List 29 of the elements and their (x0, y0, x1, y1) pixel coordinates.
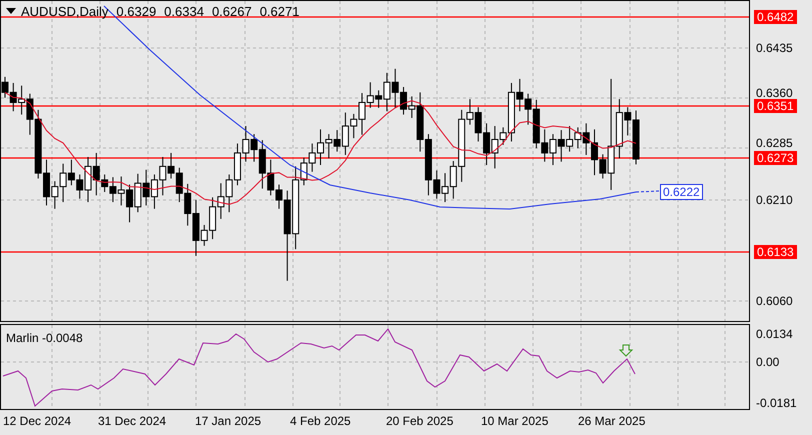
date-axis-label: 12 Dec 2024 (3, 414, 72, 428)
collapse-triangle-icon[interactable] (6, 8, 16, 15)
indicator-axis-label: 0.00 (756, 355, 780, 369)
level-price-tag: 0.6133 (754, 245, 797, 259)
date-axis-label: 31 Dec 2024 (98, 414, 166, 428)
date-axis-label: 17 Jan 2025 (195, 414, 262, 428)
level-price-tag: 0.6351 (754, 99, 797, 113)
date-axis-label: 10 Mar 2025 (481, 414, 548, 428)
date-axis-label: 4 Feb 2025 (290, 414, 351, 428)
price-axis-label: 0.6285 (756, 136, 793, 150)
price-axis-label: 0.6360 (756, 86, 793, 100)
symbol-timeframe: AUDUSD,Daily (21, 5, 108, 18)
price-axis-label: 0.6210 (756, 193, 793, 207)
level-price-tag: 0.6482 (754, 10, 797, 24)
price-axis-label: 0.6435 (756, 41, 793, 55)
ohlc-value: 0.6334 (164, 5, 204, 18)
level-price-tag: 0.6273 (754, 151, 797, 165)
ohlc-value: 0.6329 (116, 5, 156, 18)
price-axis-label: 0.6060 (756, 294, 793, 308)
indicator-axis-label: -0.0181 (756, 396, 797, 410)
ohlc-value: 0.6271 (260, 5, 300, 18)
date-axis-label: 26 Mar 2025 (578, 414, 646, 428)
ohlc-value: 0.6267 (212, 5, 252, 18)
moving-average-value: 0.6222 (660, 184, 703, 200)
date-axis-label: 20 Feb 2025 (386, 414, 454, 428)
indicator-axis-label: 0.0134 (756, 327, 793, 341)
projection-line (636, 190, 660, 192)
down-arrow-icon (618, 344, 634, 357)
indicator-label: Marlin -0.0048 (6, 330, 83, 347)
